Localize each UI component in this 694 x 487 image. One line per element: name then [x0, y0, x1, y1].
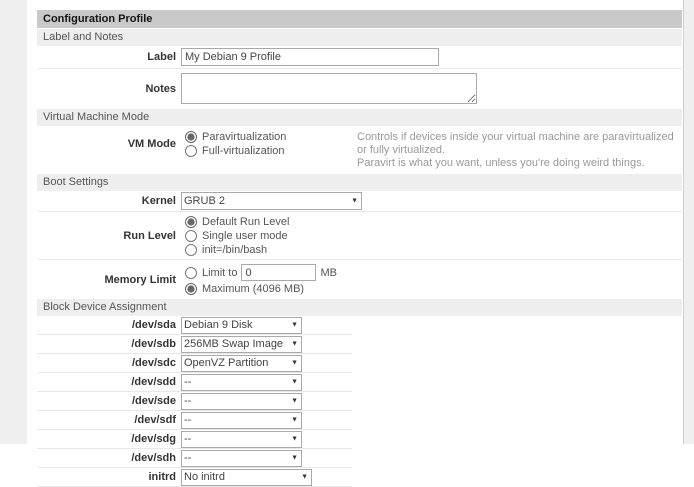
- device-label-sde: /dev/sde: [37, 395, 181, 407]
- device-label-sda: /dev/sda: [37, 319, 181, 331]
- section-header-block-device-assignment: Block Device Assignment: [37, 299, 682, 316]
- kernel-row: Kernel GRUB 2 ▼: [37, 191, 682, 212]
- notes-field-label: Notes: [37, 83, 181, 95]
- vm-mode-option-label: Paravirtualization: [202, 131, 286, 143]
- device-label-sdc: /dev/sdc: [37, 357, 181, 369]
- run-level-radio-single-user[interactable]: [185, 230, 197, 242]
- section-header-boot-settings: Boot Settings: [37, 174, 682, 191]
- memory-limit-option-label: Maximum (4096 MB): [202, 283, 304, 295]
- device-select-sdg[interactable]: --: [181, 431, 302, 448]
- configuration-profile-form: Configuration Profile Label and Notes La…: [37, 10, 682, 487]
- device-row-sde: /dev/sde -- ▼: [37, 392, 352, 411]
- vm-mode-label: VM Mode: [37, 130, 181, 150]
- device-select-sdh[interactable]: --: [181, 450, 302, 467]
- vm-mode-radio-paravirtualization[interactable]: [185, 131, 197, 143]
- memory-limit-option-label: Limit to: [202, 267, 237, 279]
- device-select-sde[interactable]: --: [181, 393, 302, 410]
- section-header-label-and-notes: Label and Notes: [37, 29, 682, 46]
- page-title: Configuration Profile: [37, 10, 682, 28]
- device-row-sdb: /dev/sdb 256MB Swap Image ▼: [37, 335, 352, 354]
- notes-row: Notes: [37, 69, 682, 108]
- run-level-radio-default[interactable]: [185, 216, 197, 228]
- section-header-virtual-machine-mode: Virtual Machine Mode: [37, 109, 682, 126]
- device-select-sda[interactable]: Debian 9 Disk: [181, 317, 302, 334]
- device-select-sdf[interactable]: --: [181, 412, 302, 429]
- memory-limit-radio-limit-to[interactable]: [185, 267, 197, 279]
- run-level-option-label: Single user mode: [202, 230, 288, 242]
- label-field-label: Label: [37, 51, 181, 63]
- memory-limit-input[interactable]: [241, 264, 316, 281]
- label-row: Label: [37, 46, 682, 69]
- device-row-sdf: /dev/sdf -- ▼: [37, 411, 352, 430]
- device-select-sdb[interactable]: 256MB Swap Image: [181, 336, 302, 353]
- memory-limit-label: Memory Limit: [37, 274, 181, 286]
- device-select-sdc[interactable]: OpenVZ Partition: [181, 355, 302, 372]
- memory-limit-unit: MB: [320, 267, 337, 279]
- device-row-sdd: /dev/sdd -- ▼: [37, 373, 352, 392]
- run-level-option-label: Default Run Level: [202, 216, 289, 228]
- device-label-sdb: /dev/sdb: [37, 338, 181, 350]
- memory-limit-radio-maximum[interactable]: [185, 283, 197, 295]
- initrd-select[interactable]: No initrd: [181, 469, 312, 486]
- vm-mode-row: VM Mode Paravirtualization Full-virtuali…: [37, 126, 682, 173]
- memory-limit-row: Memory Limit Limit to MB Maximum (4096 M…: [37, 260, 682, 298]
- vm-mode-help-line: Paravirt is what you want, unless you're…: [357, 157, 682, 170]
- page-left-gutter: [0, 0, 27, 444]
- device-label-sdd: /dev/sdd: [37, 376, 181, 388]
- device-row-sda: /dev/sda Debian 9 Disk ▼: [37, 316, 352, 335]
- device-row-sdc: /dev/sdc OpenVZ Partition ▼: [37, 354, 352, 373]
- device-row-sdg: /dev/sdg -- ▼: [37, 430, 352, 449]
- initrd-row: initrd No initrd ▼: [37, 468, 352, 487]
- device-label-sdg: /dev/sdg: [37, 433, 181, 445]
- device-row-sdh: /dev/sdh -- ▼: [37, 449, 352, 468]
- notes-textarea[interactable]: [181, 73, 477, 104]
- kernel-select[interactable]: GRUB 2: [181, 192, 362, 210]
- run-level-label: Run Level: [37, 230, 181, 242]
- page-right-gutter: [683, 0, 694, 444]
- initrd-label: initrd: [37, 471, 181, 483]
- run-level-option-label: init=/bin/bash: [202, 244, 267, 256]
- kernel-label: Kernel: [37, 195, 181, 207]
- run-level-row: Run Level Default Run Level Single user …: [37, 212, 682, 260]
- run-level-radio-init-bash[interactable]: [185, 244, 197, 256]
- vm-mode-option-label: Full-virtualization: [202, 145, 285, 157]
- label-input[interactable]: [181, 48, 439, 66]
- device-label-sdh: /dev/sdh: [37, 452, 181, 464]
- vm-mode-help-text: Controls if devices inside your virtual …: [357, 130, 682, 170]
- vm-mode-help-line: Controls if devices inside your virtual …: [357, 131, 682, 157]
- vm-mode-radio-full-virtualization[interactable]: [185, 145, 197, 157]
- device-label-sdf: /dev/sdf: [37, 414, 181, 426]
- device-select-sdd[interactable]: --: [181, 374, 302, 391]
